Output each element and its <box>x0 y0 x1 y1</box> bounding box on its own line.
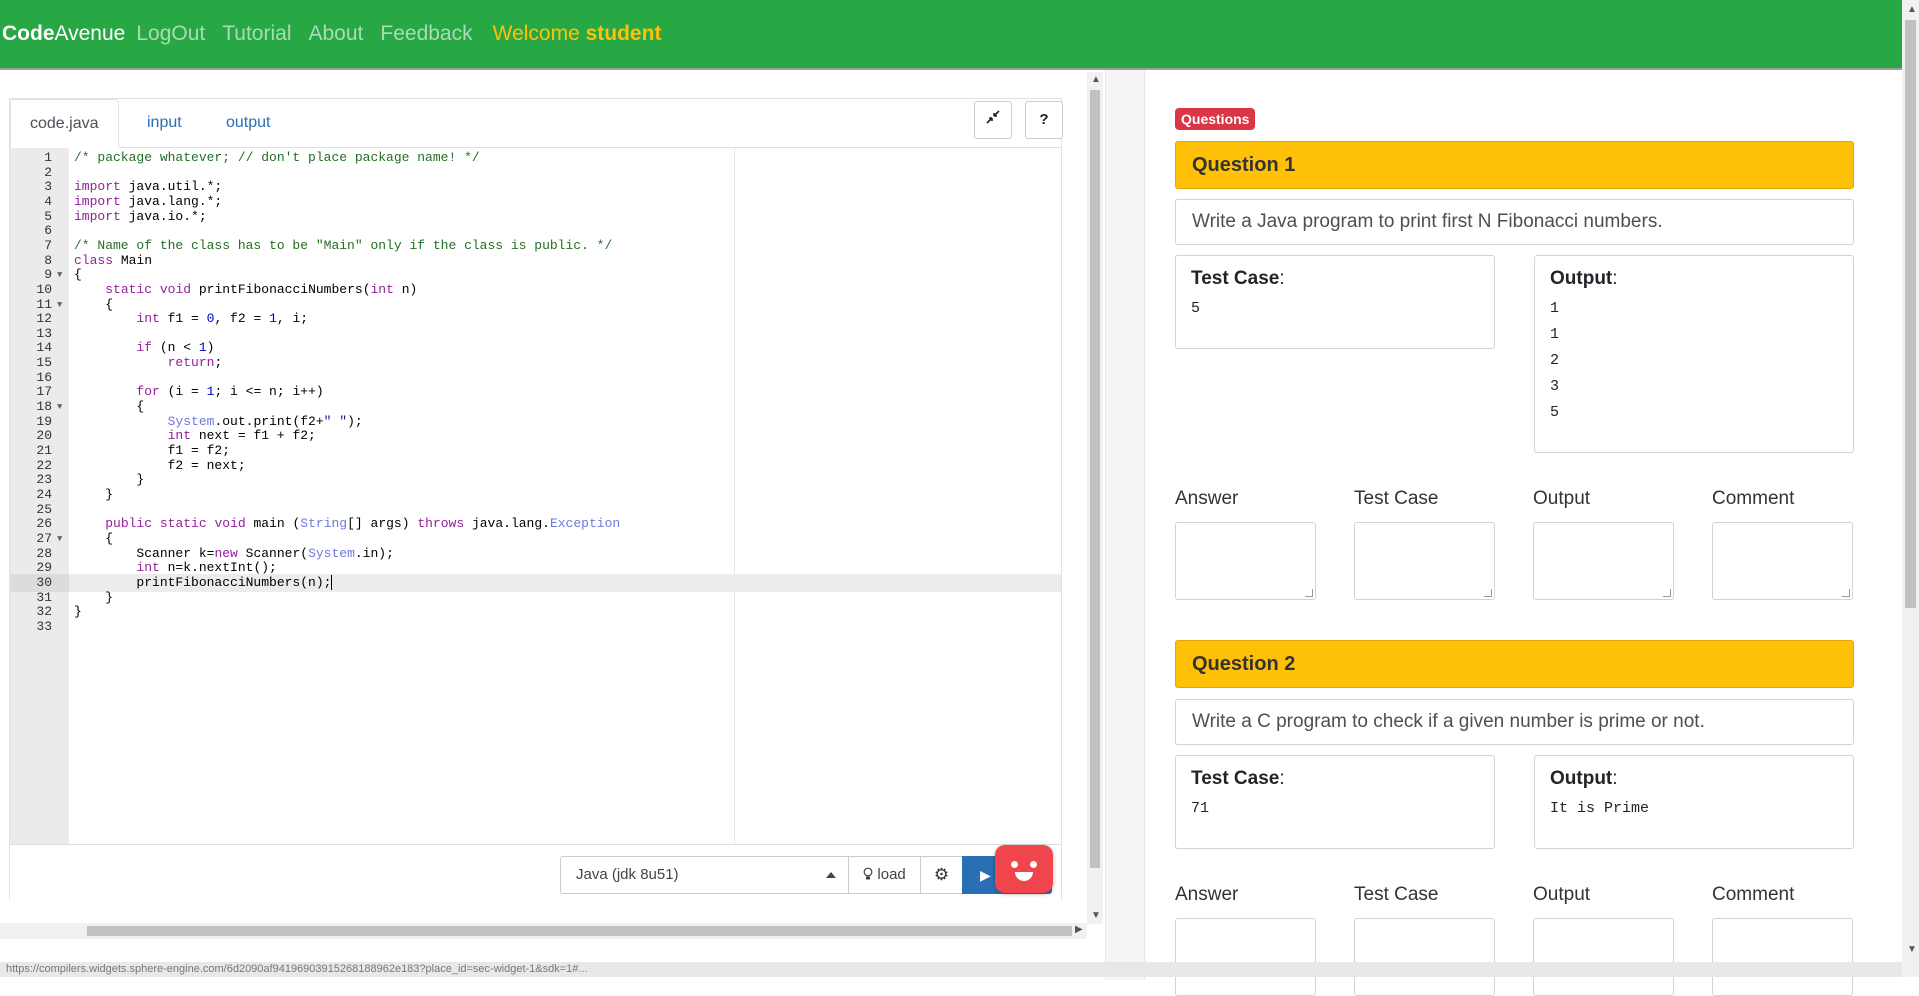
tab-code-java[interactable]: code.java <box>10 99 119 148</box>
answer-textarea[interactable] <box>1175 918 1316 996</box>
editor-tabs: code.java input output ? <box>10 99 1063 148</box>
comment-label: Comment <box>1712 884 1795 905</box>
question-2-text: Write a C program to check if a given nu… <box>1175 699 1854 745</box>
test-case-textarea[interactable] <box>1354 522 1495 600</box>
page-vertical-scrollbar[interactable]: ▲ ▼ <box>1902 0 1919 977</box>
welcome-text: Welcome student <box>492 22 662 45</box>
question-2-header: Question 2 <box>1175 640 1854 688</box>
username: student <box>585 22 662 45</box>
scroll-right-icon[interactable]: ▶ <box>1075 924 1083 935</box>
language-select[interactable]: Java (jdk 8u51) <box>560 856 849 894</box>
resize-handle-icon[interactable] <box>1663 589 1671 597</box>
editor-panel: code.java input output ? 1/* package wha… <box>0 70 1105 950</box>
question-1-text: Write a Java program to print first N Fi… <box>1175 199 1854 245</box>
scroll-thumb[interactable] <box>87 926 1072 936</box>
test-case-label: Test Case <box>1354 488 1439 509</box>
code-editor[interactable]: 1/* package whatever; // don't place pac… <box>10 148 1061 844</box>
nav-logout-link[interactable]: LogOut <box>136 22 205 46</box>
collapse-button[interactable] <box>974 101 1012 139</box>
play-icon: ▶ <box>980 867 991 883</box>
comment-textarea[interactable] <box>1712 918 1853 996</box>
test-case-textarea[interactable] <box>1354 918 1495 996</box>
compress-icon <box>986 110 1000 128</box>
brand-logo[interactable]: CodeAvenue <box>2 22 125 46</box>
scroll-up-icon[interactable]: ▲ <box>1907 4 1917 15</box>
test-case-value: 5 <box>1191 300 1201 317</box>
answer-label: Answer <box>1175 884 1239 905</box>
caret-up-icon <box>826 872 836 878</box>
output-textarea[interactable] <box>1533 522 1674 600</box>
output-value: It is Prime <box>1550 800 1650 817</box>
nav-about-link[interactable]: About <box>309 22 364 46</box>
output-label: Output <box>1533 884 1591 905</box>
output-label: Output <box>1533 488 1591 509</box>
language-select-value: Java (jdk 8u51) <box>576 866 679 883</box>
help-button[interactable]: ? <box>1025 101 1063 139</box>
bot-eye-icon <box>1011 861 1018 868</box>
bot-eye-icon <box>1030 861 1037 868</box>
scroll-down-icon[interactable]: ▼ <box>1907 944 1917 955</box>
editor-vertical-scrollbar[interactable]: ▲ ▼ <box>1087 72 1103 924</box>
tab-output[interactable]: output <box>207 99 289 147</box>
question-1-test-case-card: Test Case: 5 <box>1175 255 1495 349</box>
nav-feedback-link[interactable]: Feedback <box>380 22 472 46</box>
resize-handle-icon[interactable] <box>1484 589 1492 597</box>
comment-label: Comment <box>1712 488 1795 509</box>
scroll-thumb[interactable] <box>1090 90 1100 868</box>
chatbot-widget[interactable] <box>995 845 1053 893</box>
question-1-output-card: Output: 1 1 2 3 5 <box>1534 255 1854 453</box>
lightbulb-icon <box>863 866 877 883</box>
settings-button[interactable]: ⚙ <box>920 856 963 894</box>
tab-input[interactable]: input <box>128 99 201 147</box>
bot-mouth-icon <box>1015 872 1033 881</box>
questions-badge: Questions <box>1175 108 1256 130</box>
code-line[interactable]: 33 <box>10 618 1061 636</box>
output-value: 1 1 2 3 5 <box>1550 300 1560 421</box>
panel-divider[interactable] <box>1105 70 1145 980</box>
scroll-down-icon[interactable]: ▼ <box>1091 910 1101 921</box>
navbar: CodeAvenue LogOut Tutorial About Feedbac… <box>0 0 1919 70</box>
line-number: 33 <box>36 618 52 634</box>
answer-textarea[interactable] <box>1175 522 1316 600</box>
nav-tutorial-link[interactable]: Tutorial <box>222 22 291 46</box>
editor-horizontal-scrollbar[interactable]: ▶ <box>0 923 1087 939</box>
resize-handle-icon[interactable] <box>1842 589 1850 597</box>
question-2-output-card: Output: It is Prime <box>1534 755 1854 849</box>
question-1-header: Question 1 <box>1175 141 1854 189</box>
editor-widget: code.java input output ? 1/* package wha… <box>9 98 1063 901</box>
question-2-test-case-card: Test Case: 71 <box>1175 755 1495 849</box>
answer-label: Answer <box>1175 488 1239 509</box>
gear-icon: ⚙ <box>933 865 950 884</box>
test-case-value: 71 <box>1191 800 1210 817</box>
test-case-label: Test Case <box>1354 884 1439 905</box>
questions-panel: Questions Question 1 Write a Java progra… <box>1145 70 1883 996</box>
editor-toolbar: Java (jdk 8u51) load ⚙ ▶ <box>10 844 1061 901</box>
scroll-up-icon[interactable]: ▲ <box>1091 74 1101 85</box>
scroll-thumb[interactable] <box>1905 20 1916 608</box>
comment-textarea[interactable] <box>1712 522 1853 600</box>
status-bar-url: https://compilers.widgets.sphere-engine.… <box>0 962 1902 977</box>
output-textarea[interactable] <box>1533 918 1674 996</box>
load-button[interactable]: load <box>848 856 921 894</box>
resize-handle-icon[interactable] <box>1305 589 1313 597</box>
